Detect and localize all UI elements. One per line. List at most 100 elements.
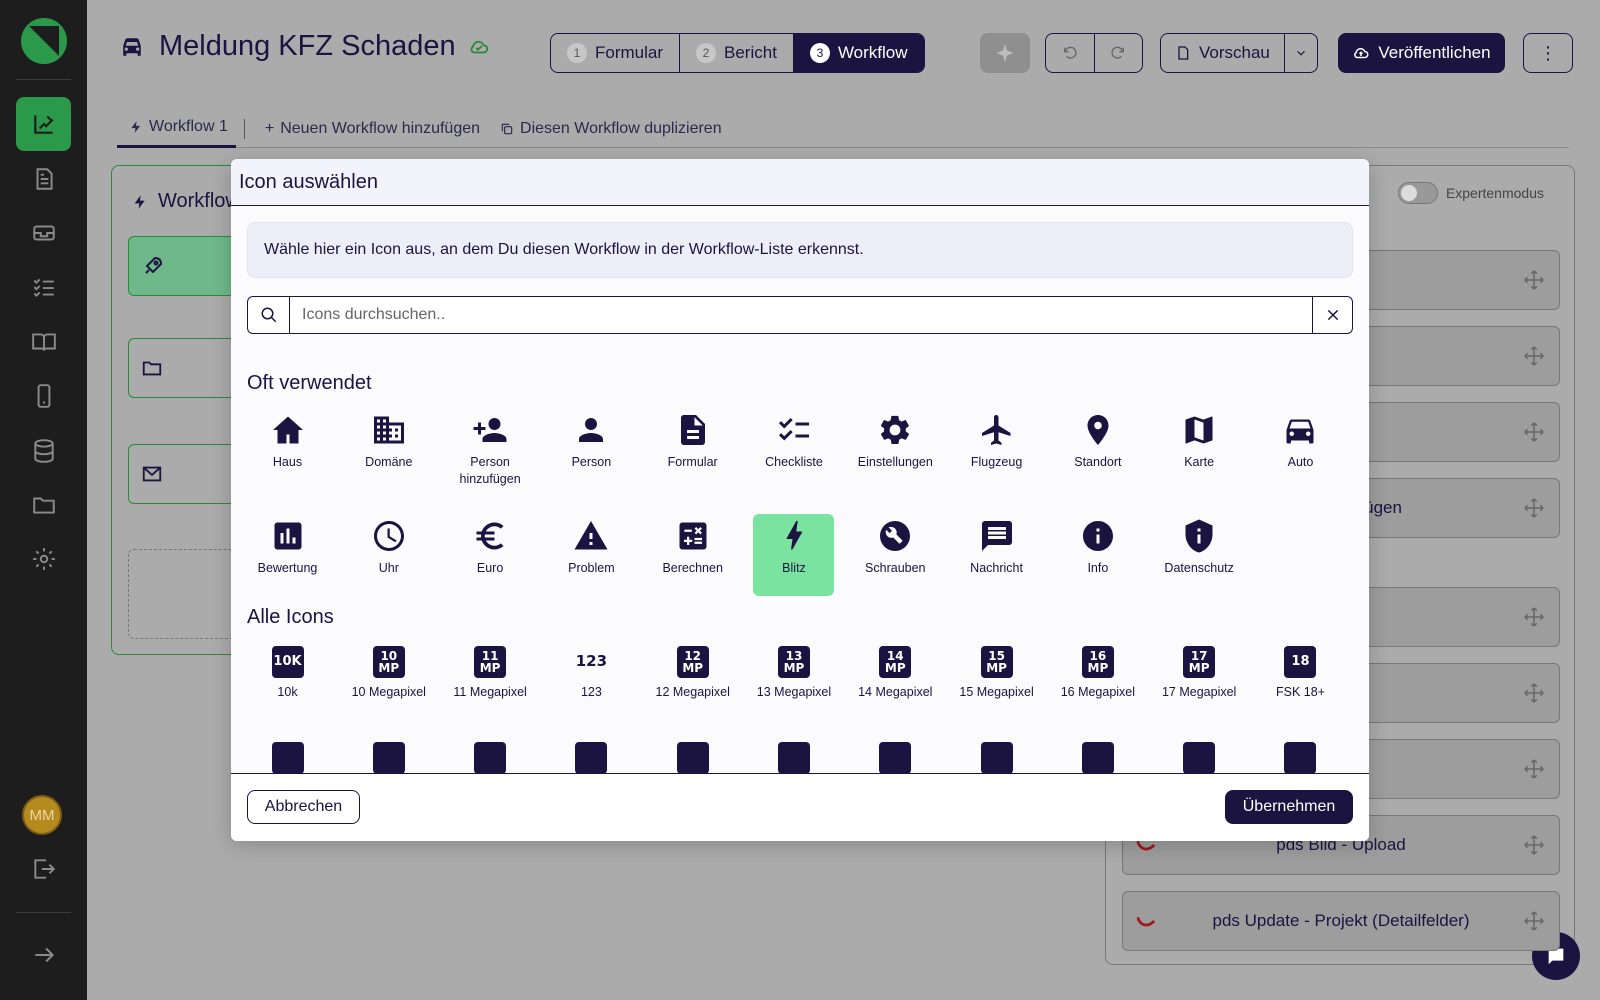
icon-option-partial[interactable] bbox=[652, 736, 733, 773]
icon-option-message[interactable]: Nachricht bbox=[956, 514, 1037, 596]
icon-option-17mp[interactable]: 17 MP 17 Megapixel bbox=[1159, 640, 1240, 722]
clear-search-button[interactable] bbox=[1312, 297, 1352, 333]
undo-button[interactable] bbox=[1046, 34, 1095, 72]
icon-option-fsk18[interactable]: 18 FSK 18+ bbox=[1260, 640, 1341, 722]
icon-option-domain[interactable]: Domäne bbox=[348, 408, 429, 490]
icon-option-partial[interactable] bbox=[450, 736, 531, 773]
icon-option-partial[interactable] bbox=[1260, 736, 1341, 773]
icon-option-euro[interactable]: Euro bbox=[450, 514, 531, 596]
cancel-button[interactable]: Abbrechen bbox=[247, 790, 360, 824]
drag-handle-icon[interactable] bbox=[1523, 606, 1545, 628]
10k-icon: 10K bbox=[271, 646, 304, 678]
icon-option-label: 16 Megapixel bbox=[1060, 685, 1136, 699]
sidebar-item-settings[interactable] bbox=[16, 532, 71, 586]
step-form[interactable]: 1 Formular bbox=[551, 34, 681, 72]
sidebar-item-inbox[interactable] bbox=[16, 206, 71, 260]
person-add-icon bbox=[473, 418, 507, 442]
icon-option-label: 15 Megapixel bbox=[959, 685, 1034, 699]
redo-button[interactable] bbox=[1095, 34, 1143, 72]
drag-handle-icon[interactable] bbox=[1523, 682, 1545, 704]
sidebar-item-database[interactable] bbox=[16, 424, 71, 478]
user-avatar[interactable]: MM bbox=[22, 795, 62, 835]
icon-option-11mp[interactable]: 11 MP 11 Megapixel bbox=[450, 640, 531, 722]
tab-workflow-1[interactable]: Workflow 1 bbox=[117, 110, 236, 148]
drag-handle-icon[interactable] bbox=[1523, 345, 1545, 367]
icon-search-input[interactable] bbox=[290, 297, 1312, 333]
action-item[interactable]: pds Update - Projekt (Detailfelder) bbox=[1122, 891, 1560, 951]
icon-option-location[interactable]: Standort bbox=[1057, 408, 1138, 490]
icon-option-clock[interactable]: Uhr bbox=[348, 514, 429, 596]
ai-assist-button[interactable] bbox=[980, 33, 1030, 73]
megapixel-icon bbox=[1284, 742, 1317, 773]
icon-option-settings[interactable]: Einstellungen bbox=[855, 408, 936, 490]
phone-icon bbox=[37, 384, 50, 408]
drag-handle-icon[interactable] bbox=[1523, 910, 1545, 932]
sidebar-item-docs[interactable] bbox=[16, 315, 71, 369]
airplane-icon bbox=[981, 415, 1011, 445]
icon-option-12mp[interactable]: 12 MP 12 Megapixel bbox=[652, 640, 733, 722]
icon-option-home[interactable]: Haus bbox=[247, 408, 328, 490]
sidebar-item-logout[interactable] bbox=[16, 842, 71, 896]
megapixel-icon bbox=[1081, 742, 1114, 773]
icon-option-partial[interactable] bbox=[1057, 736, 1138, 773]
step-report[interactable]: 2 Bericht bbox=[680, 34, 794, 72]
sidebar-item-tasks[interactable] bbox=[16, 260, 71, 314]
search-icon bbox=[248, 297, 290, 333]
more-menu-button[interactable]: ⋮ bbox=[1523, 33, 1573, 73]
step-workflow[interactable]: 3 Workflow bbox=[793, 34, 924, 72]
apply-button[interactable]: Übernehmen bbox=[1225, 790, 1353, 824]
drag-handle-icon[interactable] bbox=[1523, 497, 1545, 519]
drag-handle-icon[interactable] bbox=[1523, 421, 1545, 443]
sidebar-item-reports[interactable] bbox=[16, 152, 71, 206]
icon-option-14mp[interactable]: 14 MP 14 Megapixel bbox=[855, 640, 936, 722]
warning-icon bbox=[574, 521, 608, 550]
icon-option-wrench[interactable]: Schrauben bbox=[855, 514, 936, 596]
icon-option-label: Euro bbox=[476, 561, 504, 575]
icon-option-map[interactable]: Karte bbox=[1159, 408, 1240, 490]
expert-mode-toggle[interactable] bbox=[1397, 182, 1438, 204]
icon-option-label: Karte bbox=[1184, 455, 1215, 469]
icon-option-person-add[interactable]: Person hinzufügen bbox=[450, 408, 531, 490]
icon-option-car[interactable]: Auto bbox=[1260, 408, 1341, 490]
icon-option-shield[interactable]: Datenschutz bbox=[1159, 514, 1240, 596]
sidebar-item-files[interactable] bbox=[16, 478, 71, 532]
icon-option-info[interactable]: Info bbox=[1057, 514, 1138, 596]
icon-option-123[interactable]: 123 123 bbox=[551, 640, 632, 722]
sidebar-expand-button[interactable] bbox=[16, 928, 71, 982]
icon-option-13mp[interactable]: 13 MP 13 Megapixel bbox=[753, 640, 834, 722]
icon-option-partial[interactable] bbox=[956, 736, 1037, 773]
drag-handle-icon[interactable] bbox=[1523, 269, 1545, 291]
add-workflow-button[interactable]: + Neuen Workflow hinzufügen bbox=[253, 110, 488, 148]
icon-option-10k[interactable]: 10K 10k bbox=[247, 640, 328, 722]
publish-button[interactable]: Veröffentlichen bbox=[1338, 33, 1505, 73]
duplicate-workflow-button[interactable]: Diesen Workflow duplizieren bbox=[488, 110, 730, 148]
plus-icon: + bbox=[264, 119, 275, 137]
icon-option-label: Formular bbox=[667, 455, 718, 469]
icon-option-person[interactable]: Person bbox=[551, 408, 632, 490]
icon-option-partial[interactable] bbox=[551, 736, 632, 773]
drag-handle-icon[interactable] bbox=[1523, 834, 1545, 856]
icon-option-partial[interactable] bbox=[348, 736, 429, 773]
icon-option-partial[interactable] bbox=[247, 736, 328, 773]
icon-option-bolt[interactable]: Blitz bbox=[753, 514, 835, 596]
icon-option-airplane[interactable]: Flugzeug bbox=[956, 408, 1037, 490]
icon-option-10mp[interactable]: 10 MP 10 Megapixel bbox=[348, 640, 429, 722]
icon-option-warning[interactable]: Problem bbox=[551, 514, 632, 596]
icon-option-16mp[interactable]: 16 MP 16 Megapixel bbox=[1057, 640, 1138, 722]
sidebar-item-mobile[interactable] bbox=[16, 369, 71, 423]
icon-option-label: Domäne bbox=[365, 455, 413, 469]
icon-option-form[interactable]: Formular bbox=[652, 408, 733, 490]
drag-handle-icon[interactable] bbox=[1523, 758, 1545, 780]
icon-option-15mp[interactable]: 15 MP 15 Megapixel bbox=[956, 640, 1037, 722]
icon-option-label: Einstellungen bbox=[857, 455, 933, 469]
app-logo[interactable] bbox=[21, 18, 67, 64]
icon-option-partial[interactable] bbox=[855, 736, 936, 773]
icon-option-chart[interactable]: Bewertung bbox=[247, 514, 328, 596]
icon-option-checklist[interactable]: Checkliste bbox=[753, 408, 834, 490]
sidebar-item-editor[interactable] bbox=[16, 97, 71, 151]
icon-option-partial[interactable] bbox=[1159, 736, 1240, 773]
preview-button[interactable]: Vorschau bbox=[1160, 33, 1318, 73]
icon-option-calculate[interactable]: Berechnen bbox=[652, 514, 733, 596]
icon-option-partial[interactable] bbox=[753, 736, 834, 773]
preview-dropdown-toggle[interactable] bbox=[1283, 34, 1317, 72]
